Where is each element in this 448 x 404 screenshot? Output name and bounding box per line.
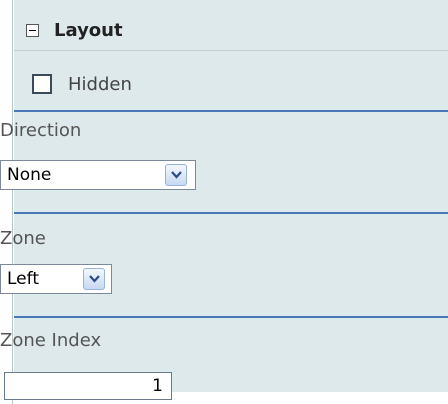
- direction-label: Direction: [0, 120, 82, 141]
- chevron-down-icon[interactable]: [165, 164, 187, 186]
- hidden-row: Hidden: [14, 72, 448, 102]
- properties-pane: Layout Hidden Direction None Zone Left Z…: [0, 0, 448, 404]
- zone-value: Left: [7, 269, 39, 289]
- hidden-label: Hidden: [68, 74, 132, 95]
- layout-section-title: Layout: [54, 20, 123, 41]
- hidden-checkbox[interactable]: [32, 74, 52, 94]
- separator: [14, 110, 448, 112]
- direction-select[interactable]: None: [0, 160, 196, 190]
- separator: [14, 212, 448, 214]
- layout-section-header[interactable]: Layout: [14, 14, 448, 51]
- direction-value: None: [7, 165, 52, 185]
- minus-box-icon[interactable]: [26, 24, 39, 37]
- zone-index-input[interactable]: 1: [4, 372, 172, 400]
- zone-index-value: 1: [152, 376, 163, 396]
- zone-label: Zone: [0, 228, 46, 249]
- zone-select[interactable]: Left: [0, 264, 112, 294]
- chevron-down-icon[interactable]: [83, 268, 105, 290]
- zone-index-label: Zone Index: [0, 330, 102, 351]
- separator: [14, 316, 448, 318]
